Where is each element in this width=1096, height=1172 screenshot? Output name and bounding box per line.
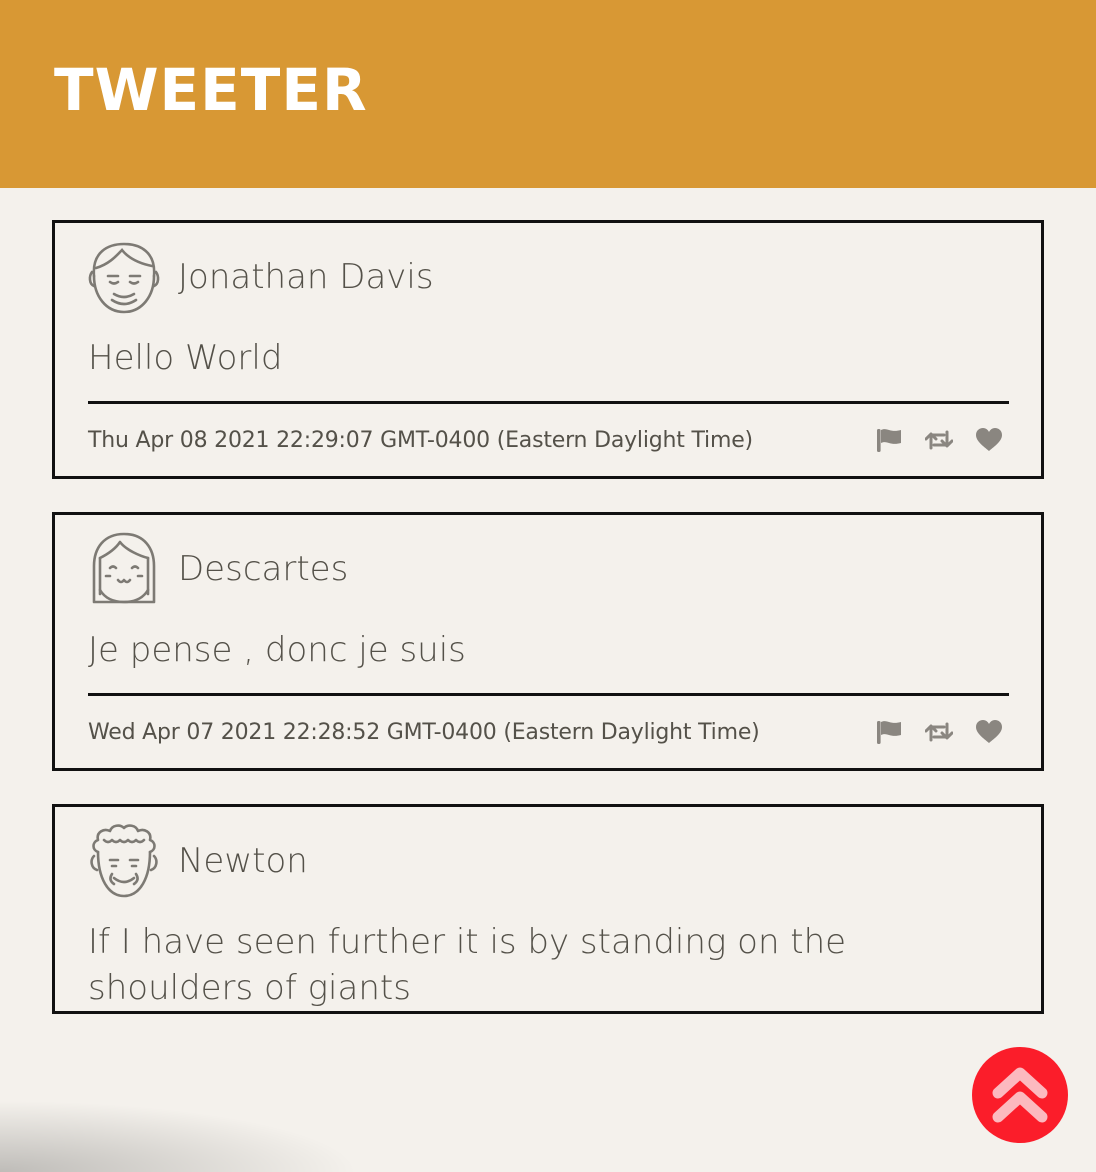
tweet-footer: Thu Apr 08 2021 22:29:07 GMT-0400 (Easte… xyxy=(88,404,1009,476)
flag-icon[interactable] xyxy=(875,427,903,453)
tweet-content: Hello World xyxy=(88,338,283,378)
curly-hair-avatar-icon xyxy=(90,824,158,898)
smiling-man-avatar-icon xyxy=(88,242,160,314)
tweet-author-name: Descartes xyxy=(178,549,349,589)
retweet-icon[interactable] xyxy=(925,427,953,453)
tweet-actions xyxy=(853,427,1003,453)
double-chevron-up-icon xyxy=(992,1067,1048,1123)
tweet-card: Descartes Je pense , donc je suis Wed Ap… xyxy=(52,512,1044,771)
flag-icon[interactable] xyxy=(875,719,903,745)
tweet-header: Descartes xyxy=(88,515,1009,623)
tweet-author-name: Newton xyxy=(178,841,308,881)
tweet-content: Je pense , donc je suis xyxy=(88,630,466,670)
tweet-header: Jonathan Davis xyxy=(88,223,1009,331)
tweet-feed: Jonathan Davis Hello World Thu Apr 08 20… xyxy=(52,220,1044,1047)
tweet-author-name: Jonathan Davis xyxy=(178,257,434,297)
tweet-card: Newton If I have seen further it is by s… xyxy=(52,804,1044,1014)
bottom-shadow xyxy=(0,1100,360,1172)
tweet-actions xyxy=(853,719,1003,745)
retweet-icon[interactable] xyxy=(925,719,953,745)
tweet-timestamp: Thu Apr 08 2021 22:29:07 GMT-0400 (Easte… xyxy=(88,427,753,453)
tweet-header: Newton xyxy=(88,807,1009,915)
tweet-card: Jonathan Davis Hello World Thu Apr 08 20… xyxy=(52,220,1044,479)
heart-icon[interactable] xyxy=(975,719,1003,745)
scroll-to-top-button[interactable] xyxy=(972,1047,1068,1143)
app-header: TWEETER xyxy=(0,0,1096,188)
bob-haircut-avatar-icon xyxy=(92,532,156,604)
app-logo: TWEETER xyxy=(54,56,368,124)
tweet-content: If I have seen further it is by standing… xyxy=(88,922,847,1008)
tweet-timestamp: Wed Apr 07 2021 22:28:52 GMT-0400 (Easte… xyxy=(88,719,760,745)
tweet-footer: Wed Apr 07 2021 22:28:52 GMT-0400 (Easte… xyxy=(88,696,1009,768)
heart-icon[interactable] xyxy=(975,427,1003,453)
